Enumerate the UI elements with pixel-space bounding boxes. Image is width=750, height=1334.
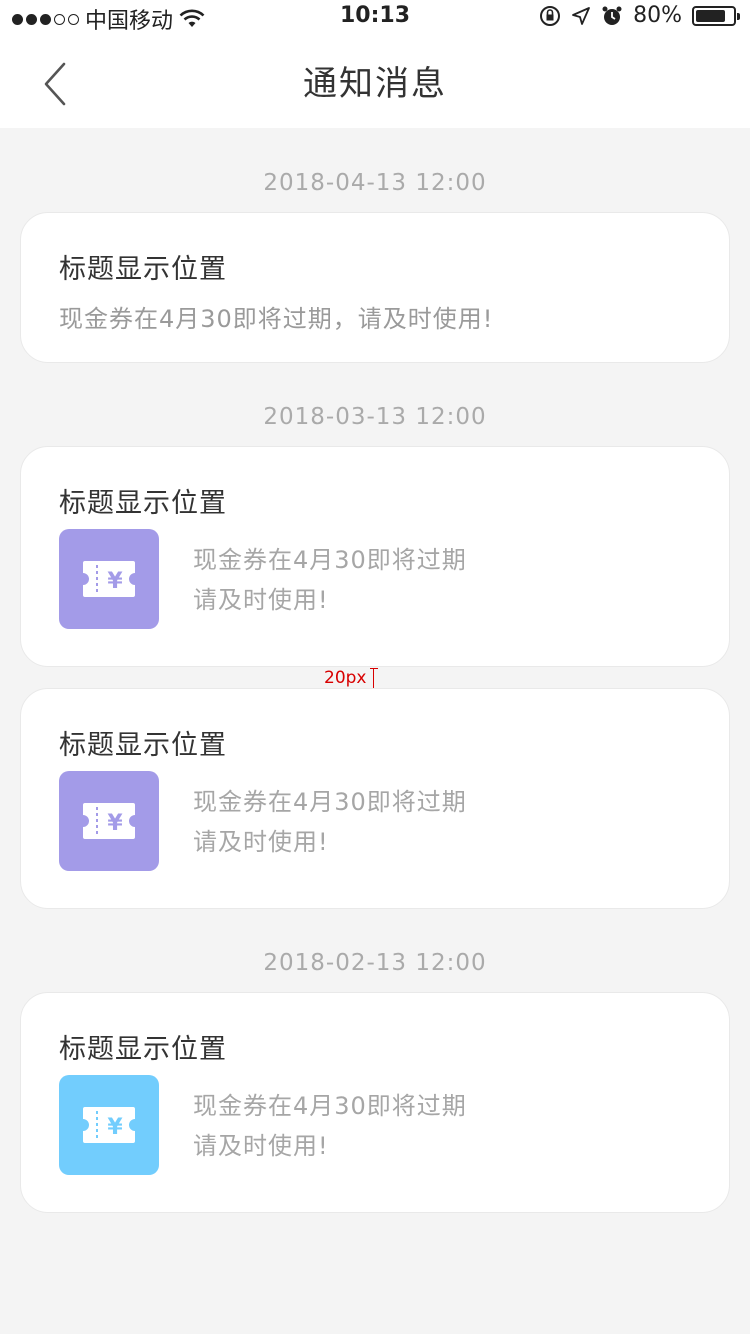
message-desc: 现金券在4月30即将过期 请及时使用! [193, 782, 467, 862]
annotation-label: 20px [324, 668, 367, 688]
message-card[interactable]: 标题显示位置 现金券在4月30即将过期，请及时使用! [20, 212, 730, 363]
annotation-marker [370, 668, 379, 690]
message-desc-line: 请及时使用! [193, 586, 329, 614]
alarm-icon [602, 6, 622, 25]
message-desc-line: 现金券在4月30即将过期 [193, 788, 467, 816]
message-card[interactable]: 标题显示位置 ¥ 现金券在4月30即将过期 请及时使用! [20, 992, 730, 1213]
orientation-lock-icon [540, 5, 561, 26]
page-title: 通知消息 [303, 64, 447, 104]
spacing-annotation: 20px [324, 668, 379, 690]
status-right: 80% [539, 3, 740, 28]
date-label: 2018-02-13 12:00 [263, 950, 487, 976]
message-card[interactable]: 标题显示位置 ¥ 现金券在4月30即将过期 请及时使用! [20, 446, 730, 667]
date-label: 2018-03-13 12:00 [263, 404, 487, 430]
coupon-ticket-icon: ¥ [59, 529, 159, 629]
svg-text:¥: ¥ [107, 1115, 123, 1140]
message-title: 标题显示位置 [59, 488, 227, 519]
message-desc-line: 请及时使用! [193, 828, 329, 856]
date-label: 2018-04-13 12:00 [263, 170, 487, 196]
message-desc: 现金券在4月30即将过期 请及时使用! [193, 540, 467, 620]
battery-percent: 80% [633, 3, 682, 28]
message-title: 标题显示位置 [59, 730, 227, 761]
message-title: 标题显示位置 [59, 254, 227, 285]
battery-icon [692, 5, 740, 26]
message-desc: 现金券在4月30即将过期 请及时使用! [193, 1086, 467, 1166]
message-desc-line: 现金券在4月30即将过期 [193, 546, 467, 574]
message-desc-line: 请及时使用! [193, 1132, 329, 1160]
location-arrow-icon [572, 6, 590, 25]
message-card[interactable]: 标题显示位置 ¥ 现金券在4月30即将过期 请及时使用! [20, 688, 730, 909]
coupon-ticket-icon: ¥ [59, 1075, 159, 1175]
status-bar: 中国移动 10:13 80% [0, 0, 750, 40]
message-text: 现金券在4月30即将过期，请及时使用! [59, 305, 494, 333]
message-desc-line: 现金券在4月30即将过期 [193, 1092, 467, 1120]
battery-level [696, 9, 725, 22]
svg-text:¥: ¥ [107, 811, 123, 836]
svg-text:¥: ¥ [107, 569, 123, 594]
nav-bar: 通知消息 [0, 40, 750, 128]
message-title: 标题显示位置 [59, 1034, 227, 1065]
coupon-ticket-icon: ¥ [59, 771, 159, 871]
